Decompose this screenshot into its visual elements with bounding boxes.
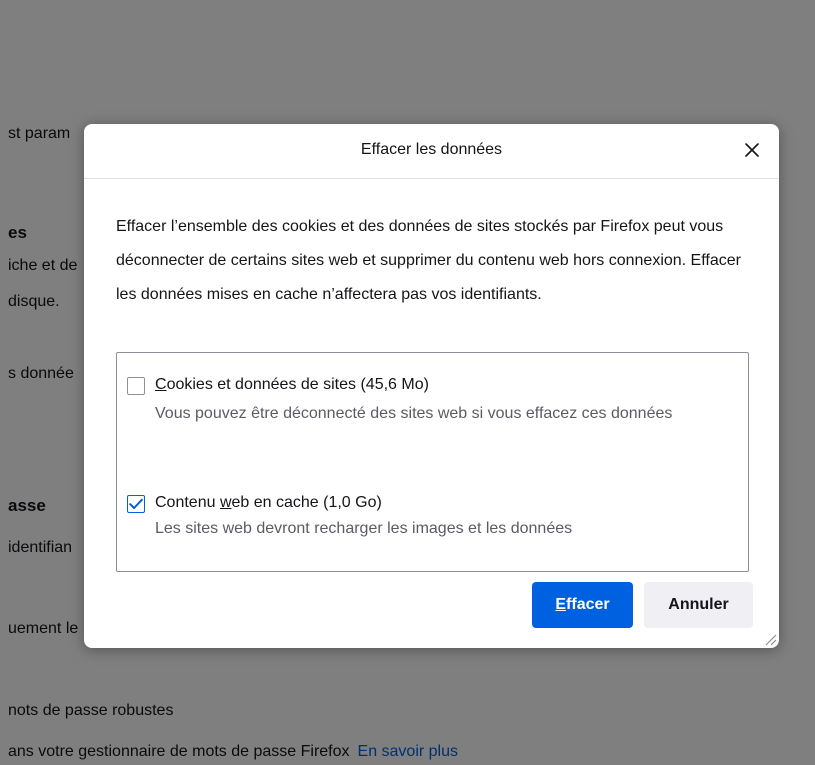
dialog-title: Effacer les données [360, 141, 503, 158]
cache-description: Les sites web devront recharger les imag… [155, 520, 573, 537]
accesskey: w [219, 494, 232, 511]
clear-button[interactable]: Effacer [532, 582, 633, 628]
resize-grip-icon[interactable] [761, 630, 777, 646]
cookies-description: Vous pouvez être déconnecté des sites we… [155, 405, 673, 422]
cache-checkbox[interactable] [127, 495, 145, 513]
accesskey: E [555, 596, 567, 613]
dialog-description: Effacer l’ensemble des cookies et des do… [116, 218, 741, 303]
cancel-button[interactable]: Annuler [644, 582, 753, 628]
label-text: ookies et données de sites (45,6 Mo) [166, 376, 429, 393]
button-label: ffacer [566, 596, 610, 613]
cache-label[interactable]: Contenu web en cache (1,0 Go) [155, 494, 382, 512]
cookies-checkbox[interactable] [127, 377, 145, 395]
clear-data-dialog: Effacer les données Effacer l’ensemble d… [84, 124, 779, 648]
options-group: Cookies et données de sites (45,6 Mo) Vo… [116, 352, 749, 572]
label-text: eb en cache (1,0 Go) [231, 494, 382, 511]
dialog-header: Effacer les données [84, 124, 779, 179]
checkmark-icon [129, 498, 143, 509]
close-icon [745, 143, 759, 157]
close-button[interactable] [739, 137, 765, 163]
cookies-label[interactable]: Cookies et données de sites (45,6 Mo) [155, 376, 429, 394]
label-text: Contenu [155, 494, 220, 511]
accesskey: C [155, 376, 167, 393]
